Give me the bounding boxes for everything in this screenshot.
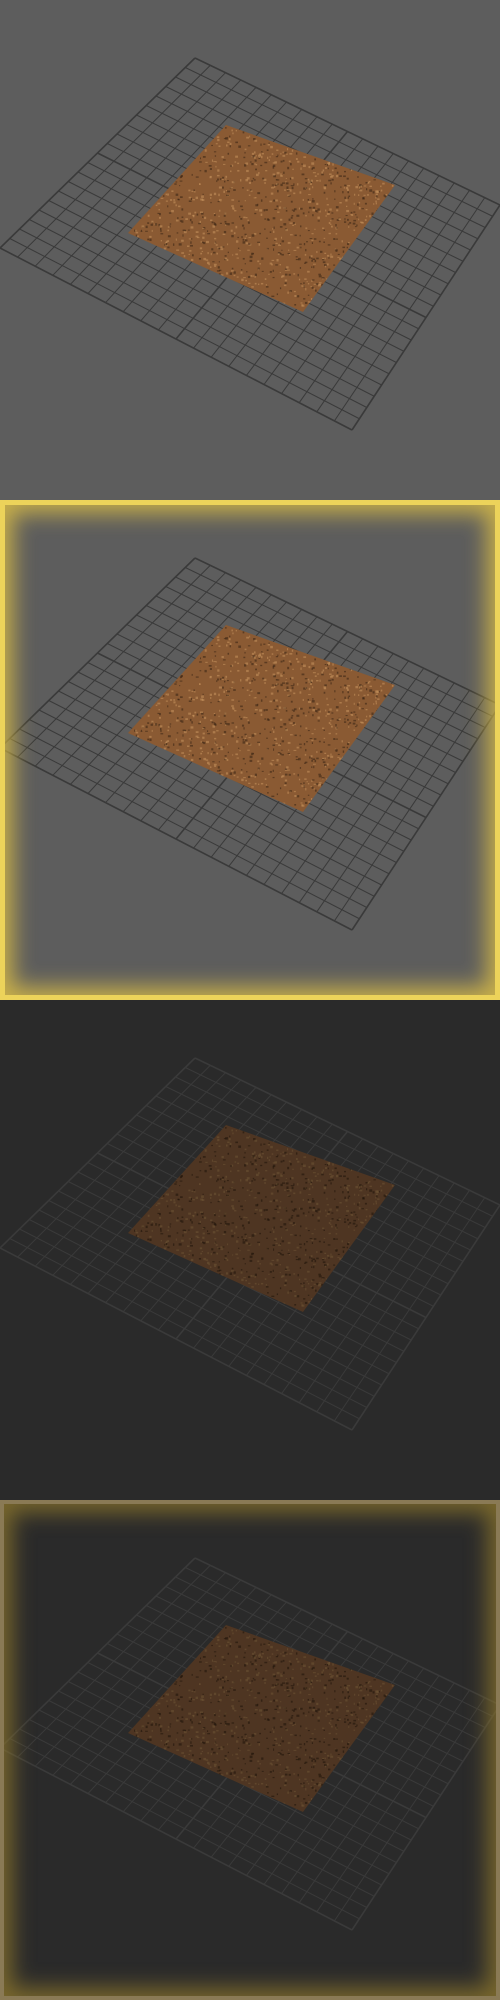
viewport-scene: [0, 0, 500, 500]
viewport-scene: [0, 1500, 500, 2000]
viewport-scene: [0, 500, 500, 1000]
viewport-thumbnail-selected[interactable]: [0, 500, 500, 1000]
viewport-thumbnail-dimmed[interactable]: [0, 1000, 500, 1500]
viewport-thumbnail-dimmed-selected[interactable]: [0, 1500, 500, 2000]
viewport-thumbnail-normal[interactable]: [0, 0, 500, 500]
viewport-scene: [0, 1000, 500, 1500]
